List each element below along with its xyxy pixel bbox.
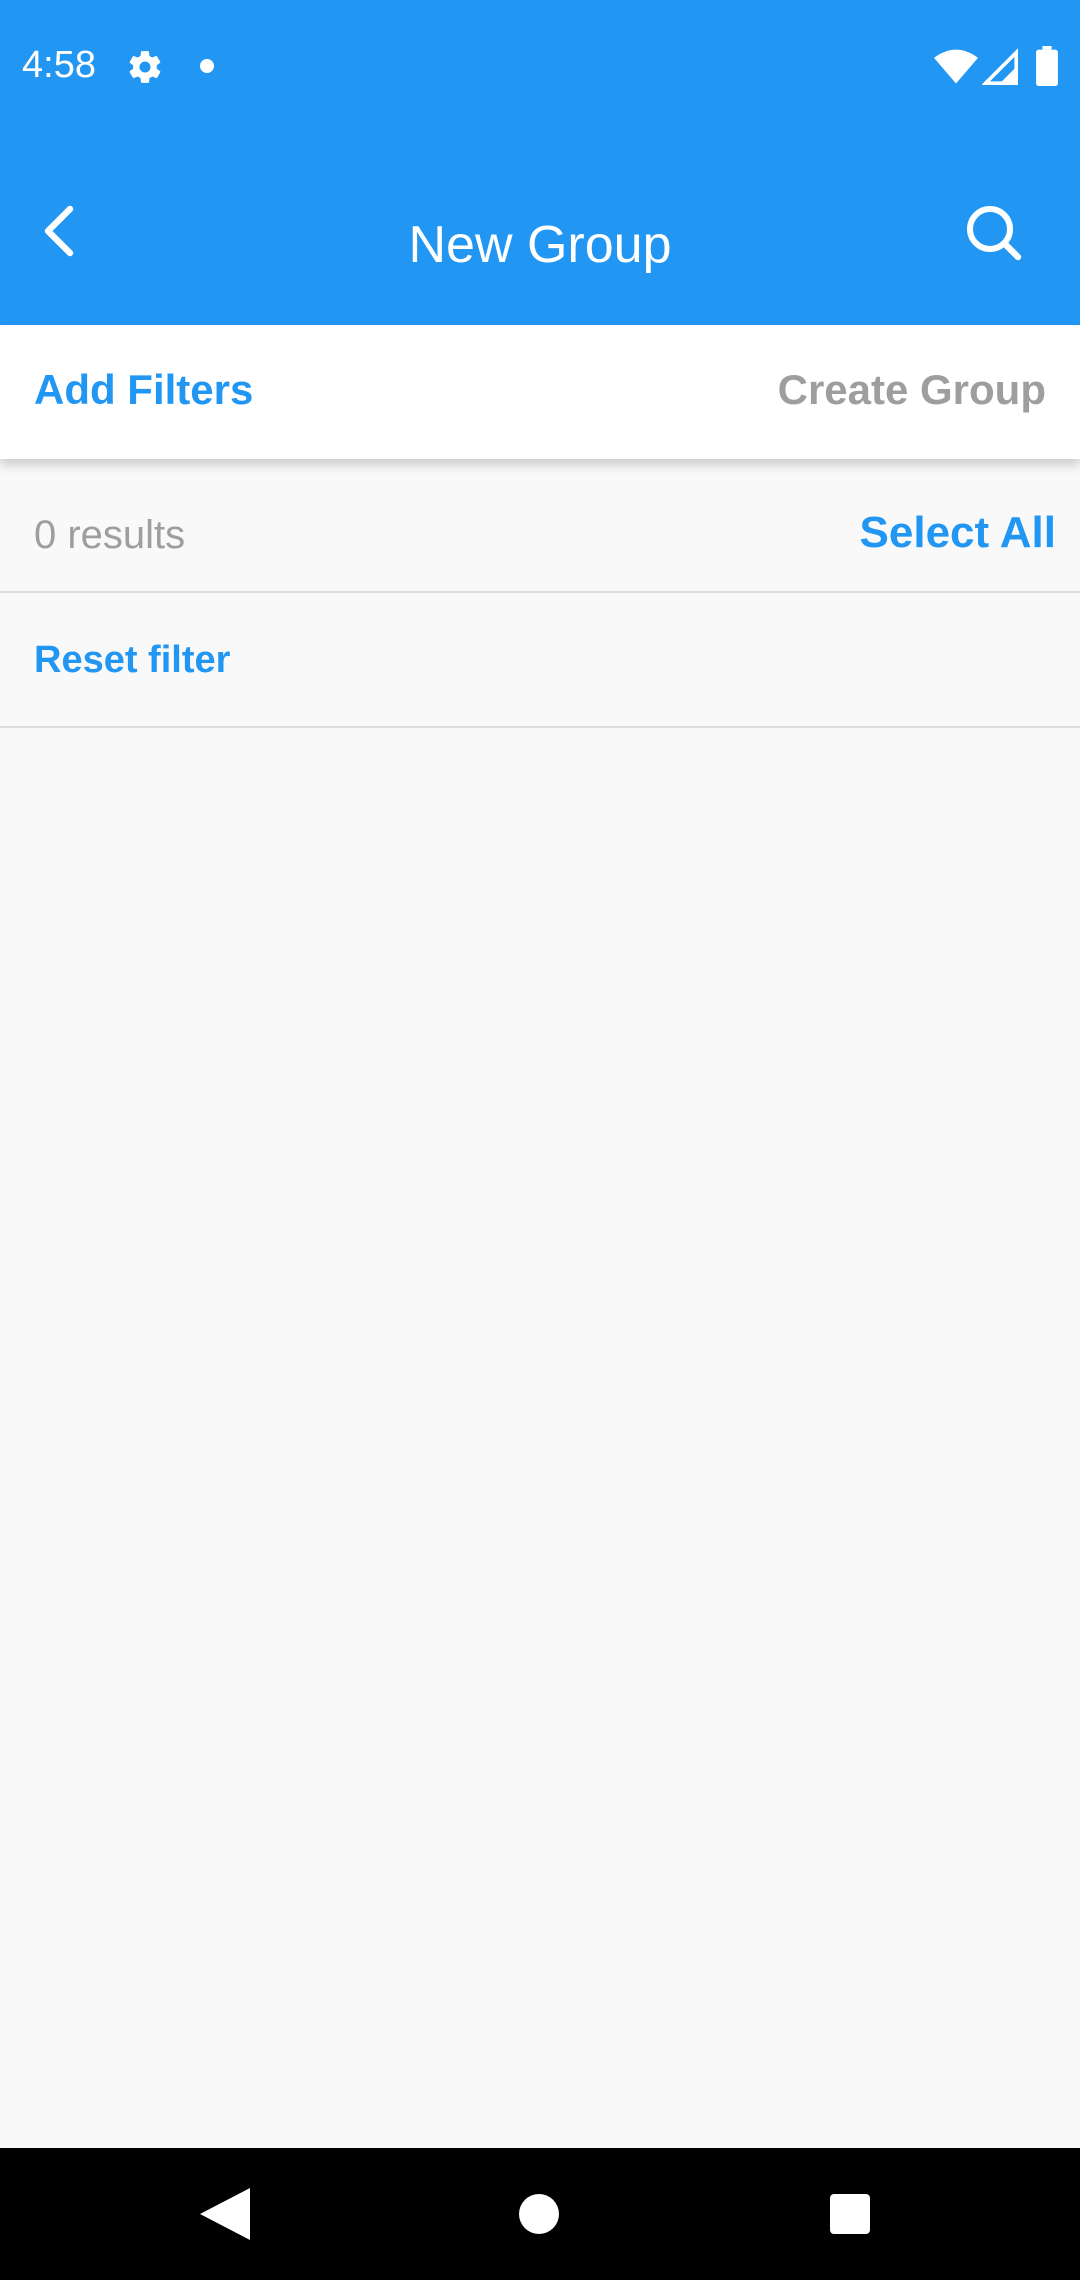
recents-square-icon[interactable] — [830, 2194, 870, 2234]
battery-icon — [1036, 46, 1058, 86]
create-group-button[interactable]: Create Group — [778, 369, 1046, 411]
results-count: 0 results — [34, 513, 186, 557]
reset-filter-button[interactable]: Reset filter — [34, 641, 230, 679]
app-bar: New Group — [0, 135, 1080, 325]
wifi-icon — [934, 49, 978, 84]
reset-filter-row: Reset filter — [0, 593, 1080, 728]
signal-icon — [982, 48, 1018, 85]
screen: 4:58 New Group Add Filters Create Group — [0, 0, 1080, 2280]
status-time: 4:58 — [22, 44, 96, 86]
search-icon[interactable] — [962, 201, 1026, 265]
back-triangle-icon[interactable] — [200, 2188, 250, 2240]
notification-dot-icon — [200, 59, 214, 73]
results-row: 0 results Select All — [0, 459, 1080, 593]
system-nav-bar — [0, 2148, 1080, 2280]
home-circle-icon[interactable] — [519, 2194, 559, 2234]
select-all-button[interactable]: Select All — [860, 511, 1056, 555]
action-row: Add Filters Create Group — [0, 325, 1080, 459]
status-bar: 4:58 — [0, 0, 1080, 135]
add-filters-button[interactable]: Add Filters — [34, 369, 253, 411]
gear-icon — [129, 51, 161, 83]
page-title: New Group — [408, 216, 672, 274]
